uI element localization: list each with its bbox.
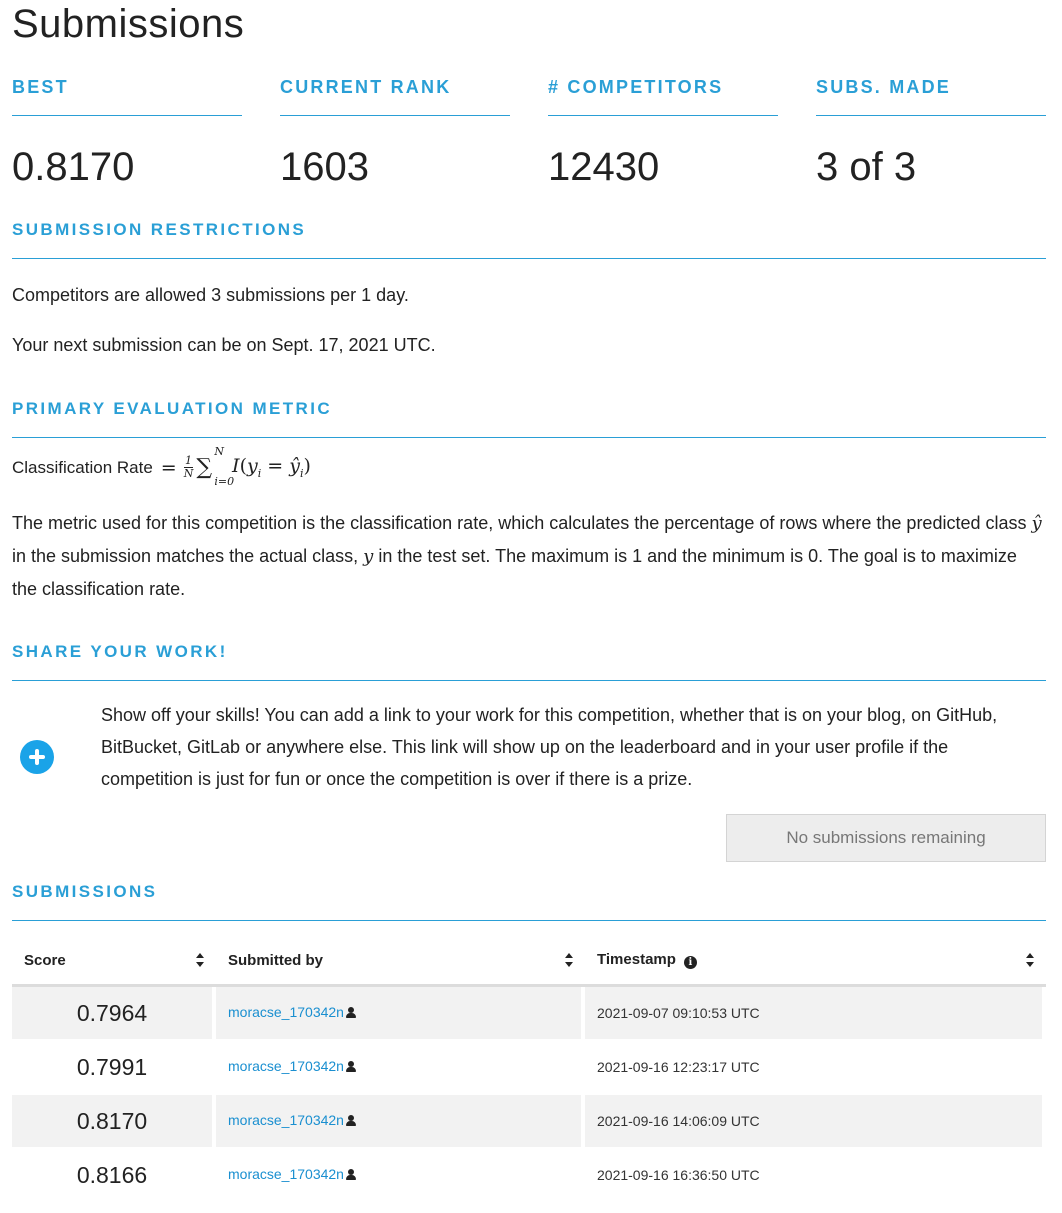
- share-heading: SHARE YOUR WORK!: [12, 642, 228, 661]
- table-row: 0.8166 moracse_170342n 2021-09-16 16:36:…: [12, 1149, 1046, 1203]
- user-icon: [345, 1169, 356, 1180]
- score-cell: 0.8170: [12, 1095, 216, 1149]
- column-header-submitted-by[interactable]: Submitted by: [216, 936, 585, 987]
- formula-math: = 1N ∑ Ni=0 I(yi = ŷi): [160, 445, 311, 488]
- page-title: Submissions: [12, 2, 245, 46]
- user-icon: [345, 1007, 356, 1018]
- timestamp-cell: 2021-09-07 09:10:53 UTC: [585, 987, 1046, 1041]
- table-row: 0.7964 moracse_170342n 2021-09-07 09:10:…: [12, 987, 1046, 1041]
- divider: [12, 920, 1046, 921]
- timestamp-cell: 2021-09-16 14:06:09 UTC: [585, 1095, 1046, 1149]
- share-description: Show off your skills! You can add a link…: [101, 705, 998, 789]
- sort-icon[interactable]: [1026, 953, 1034, 967]
- divider: [280, 115, 510, 116]
- score-cell: 0.8166: [12, 1149, 216, 1203]
- table-row: 0.7991 moracse_170342n 2021-09-16 12:23:…: [12, 1041, 1046, 1095]
- stat-value: 12430: [548, 145, 660, 189]
- divider: [548, 115, 778, 116]
- submissions-table: Score Submitted by Timestamp i 0.7964 mor…: [12, 936, 1046, 1203]
- metric-description: The metric used for this competition is …: [12, 513, 1042, 599]
- column-header-score[interactable]: Score: [12, 936, 216, 987]
- user-link[interactable]: moracse_170342n: [228, 1004, 344, 1020]
- stat-value: 0.8170: [12, 145, 135, 189]
- stat-label: SUBS. MADE: [816, 77, 952, 97]
- user-link[interactable]: moracse_170342n: [228, 1166, 344, 1182]
- add-link-icon[interactable]: [20, 740, 54, 774]
- divider: [12, 258, 1046, 259]
- formula-label: Classification Rate: [12, 457, 153, 477]
- score-cell: 0.7991: [12, 1041, 216, 1095]
- divider: [12, 680, 1046, 681]
- stat-label: # COMPETITORS: [548, 77, 724, 97]
- user-link[interactable]: moracse_170342n: [228, 1112, 344, 1128]
- restriction-rate-text: Competitors are allowed 3 submissions pe…: [12, 285, 409, 305]
- table-row: 0.8170 moracse_170342n 2021-09-16 14:06:…: [12, 1095, 1046, 1149]
- sort-icon[interactable]: [196, 953, 204, 967]
- metric-heading: PRIMARY EVALUATION METRIC: [12, 399, 333, 418]
- no-submissions-remaining-button[interactable]: No submissions remaining: [726, 814, 1046, 862]
- submitter-cell: moracse_170342n: [216, 1041, 585, 1095]
- submitter-cell: moracse_170342n: [216, 1149, 585, 1203]
- divider: [12, 115, 242, 116]
- user-icon: [345, 1061, 356, 1072]
- user-icon: [345, 1115, 356, 1126]
- timestamp-cell: 2021-09-16 12:23:17 UTC: [585, 1041, 1046, 1095]
- next-submission-text: Your next submission can be on Sept. 17,…: [12, 335, 436, 355]
- divider: [12, 437, 1046, 438]
- stat-value: 3 of 3: [816, 145, 917, 189]
- stat-label: CURRENT RANK: [280, 77, 452, 97]
- submissions-heading: SUBMISSIONS: [12, 882, 158, 901]
- divider: [816, 115, 1046, 116]
- stat-label: BEST: [12, 77, 69, 97]
- timestamp-cell: 2021-09-16 16:36:50 UTC: [585, 1149, 1046, 1203]
- stat-value: 1603: [280, 145, 369, 189]
- info-icon[interactable]: i: [683, 956, 697, 969]
- submitter-cell: moracse_170342n: [216, 1095, 585, 1149]
- score-cell: 0.7964: [12, 987, 216, 1041]
- submitter-cell: moracse_170342n: [216, 987, 585, 1041]
- user-link[interactable]: moracse_170342n: [228, 1058, 344, 1074]
- metric-formula: Classification Rate = 1N ∑ Ni=0 I(yi = ŷi…: [12, 445, 311, 488]
- restrictions-heading: SUBMISSION RESTRICTIONS: [12, 220, 307, 239]
- column-header-timestamp[interactable]: Timestamp i: [585, 936, 1046, 987]
- sort-icon[interactable]: [565, 953, 573, 967]
